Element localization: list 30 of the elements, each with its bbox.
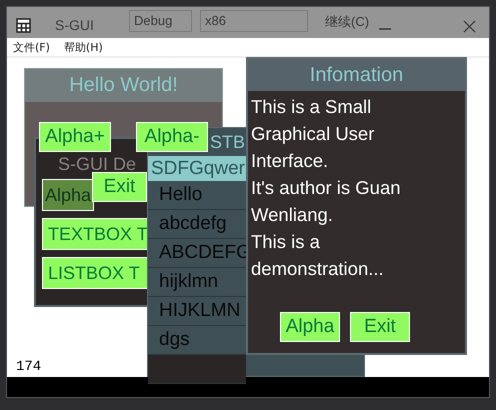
platform-dropdown[interactable]: x86 (200, 10, 308, 32)
window-title: Infomation (248, 59, 465, 91)
info-text: Interface. (251, 149, 330, 173)
exit-button[interactable]: Exit (92, 172, 147, 202)
text-field[interactable]: SDFGqwer (148, 156, 246, 181)
alpha-button[interactable]: Alpha (280, 312, 340, 342)
grid-icon (16, 18, 31, 33)
info-text: It's author is Guan (251, 176, 402, 200)
info-text: This is a (251, 230, 321, 254)
info-text: Wenliang. (251, 203, 334, 227)
continue-button[interactable]: 继续(C) (325, 13, 370, 31)
menu-item[interactable]: 文件(F) (13, 40, 50, 54)
minimize-icon[interactable] (379, 27, 391, 31)
menu-button[interactable]: Alpha (42, 179, 94, 211)
menu-button[interactable]: LISTBOX T (42, 257, 149, 289)
info-text: demonstration... (251, 257, 385, 281)
configuration-dropdown[interactable]: Debug (129, 10, 192, 32)
menu-item[interactable]: 帮助(H) (64, 40, 103, 54)
exit-button[interactable]: Exit (350, 312, 410, 342)
alpha-button[interactable]: Alpha+ (39, 122, 111, 152)
window-title: S-GUI De (58, 154, 136, 174)
close-icon[interactable] (463, 20, 476, 33)
counter-text: 174 (16, 359, 42, 375)
info-text: Graphical User (251, 122, 376, 146)
menu-button[interactable]: TEXTBOX T (42, 218, 149, 250)
window-title: STB (210, 132, 246, 153)
window-title: S-GUI (55, 17, 94, 33)
info-text: This is a Small (251, 95, 372, 119)
alpha-button[interactable]: Alpha- (136, 122, 208, 152)
window-title: Hello World! (25, 69, 222, 102)
